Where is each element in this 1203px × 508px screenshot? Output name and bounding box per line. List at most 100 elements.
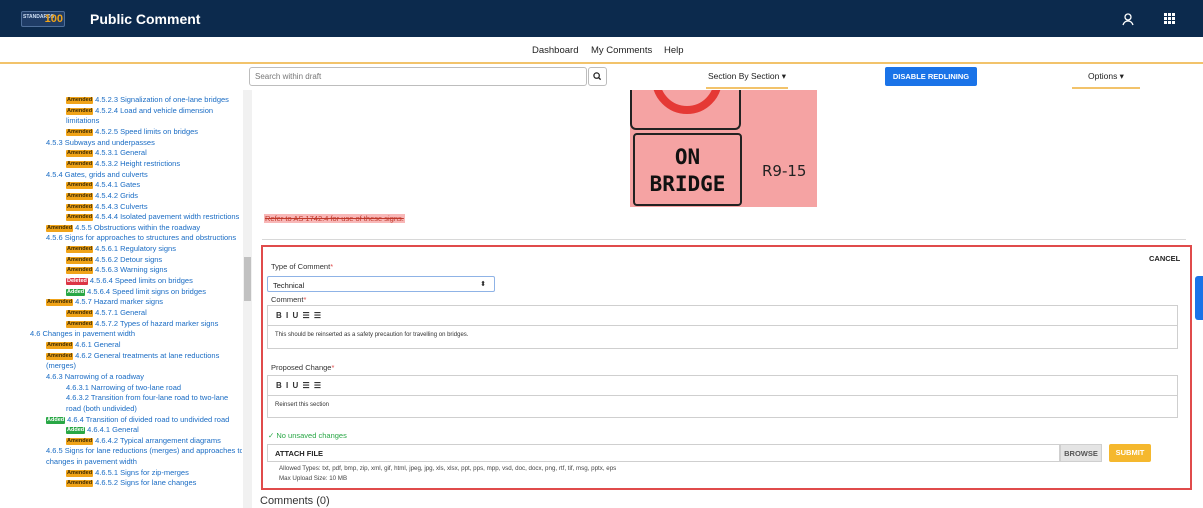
status-badge: Amended xyxy=(46,352,74,360)
top-header-bar: STANDARDS 100 Public Comment xyxy=(0,0,1203,37)
toc-item-label: 4.6.3.1 Narrowing of two-lane road xyxy=(66,382,182,392)
user-icon[interactable] xyxy=(1120,11,1136,27)
toc-item[interactable]: 4.6.3.2 Transition from four-lane road t… xyxy=(66,393,228,402)
disable-redlining-button[interactable]: DISABLE REDLINING xyxy=(885,67,977,86)
toc-item[interactable]: Added 4.6.4 Transition of divided road to… xyxy=(46,415,229,424)
standards-100-logo[interactable]: STANDARDS 100 xyxy=(21,11,65,27)
sign-line-2: BRIDGE xyxy=(649,172,726,196)
toc-item[interactable]: 4.6.5 Signs for lane reductions (merges)… xyxy=(46,446,242,455)
status-badge: Amended xyxy=(66,267,94,275)
app-title: Public Comment xyxy=(90,11,201,27)
status-badge: Amended xyxy=(66,214,94,222)
apps-grid-icon[interactable] xyxy=(1164,13,1176,25)
divider xyxy=(262,239,1186,240)
status-badge: Amended xyxy=(66,469,94,477)
status-badge: Amended xyxy=(46,224,74,232)
toc-item-label: 4.6.4 Transition of divided road to undi… xyxy=(67,414,230,424)
draft-toolbar: Search within draft Section By Section ▾… xyxy=(0,64,1203,90)
status-badge: Amended xyxy=(66,480,94,488)
status-badge: Amended xyxy=(66,107,94,115)
sign-image-top xyxy=(630,90,741,130)
toc-item[interactable]: Added 4.5.6.4 Speed limit signs on bridge… xyxy=(66,287,206,296)
toc-item[interactable]: Amended 4.6.2 General treatments at lane … xyxy=(46,351,219,360)
toc-item[interactable]: Amended 4.5.5 Obstructions within the roa… xyxy=(46,223,200,232)
comment-label: Comment* xyxy=(271,295,307,304)
toc-item[interactable]: Amended 4.5.6.1 Regulatory signs xyxy=(66,244,176,254)
proposed-change-label: Proposed Change* xyxy=(271,363,335,372)
toc-item[interactable]: Amended 4.5.6.2 Detour signs xyxy=(66,255,162,264)
toc-item[interactable]: Amended 4.5.4.3 Culverts xyxy=(66,202,148,211)
toc-item-label: 4.6.2 General treatments at lane reducti… xyxy=(75,350,220,360)
toc-item[interactable]: Amended 4.5.3.2 Height restrictions xyxy=(66,159,180,168)
deleted-text: Refer to AS 1742.4 for use of these sign… xyxy=(264,214,405,223)
toc-item[interactable]: Amended 4.5.2.4 Load and vehicle dimensio… xyxy=(66,106,213,115)
toc-item-label: 4.5.3.1 General xyxy=(95,148,147,158)
nav-dashboard[interactable]: Dashboard xyxy=(532,45,578,56)
section-by-section-dropdown[interactable]: Section By Section ▾ xyxy=(706,71,788,89)
search-input[interactable]: Search within draft xyxy=(249,67,587,86)
toc-item[interactable]: 4.5.3 Subways and underpasses xyxy=(46,138,155,147)
toc-item[interactable]: 4.5.6 Signs for approaches to structures… xyxy=(46,233,236,242)
toc-item[interactable]: Deleted 4.5.6.4 Speed limits on bridges xyxy=(66,276,193,286)
toc-item[interactable]: Amended 4.5.4.4 Isolated pavement width r… xyxy=(66,212,240,222)
toc-item[interactable]: 4.6.3 Narrowing of a roadway xyxy=(46,372,144,381)
toc-item[interactable]: Amended 4.5.6.3 Warning signs xyxy=(66,265,167,275)
toc-item[interactable]: 4.6.3.1 Narrowing of two-lane road xyxy=(66,383,181,392)
nav-help[interactable]: Help xyxy=(664,45,684,56)
toc-item[interactable]: Amended 4.5.7.2 Types of hazard marker si… xyxy=(66,319,218,328)
browse-button[interactable]: BROWSE xyxy=(1060,444,1102,462)
toc-item-label: 4.5.4.3 Culverts xyxy=(95,201,148,211)
editor-toolbar[interactable]: B I U ☰ ☰ xyxy=(268,376,1177,396)
toc-item-label: 4.5.2.4 Load and vehicle dimension xyxy=(95,105,214,115)
status-badge: Amended xyxy=(46,299,74,307)
status-badge: Amended xyxy=(66,203,94,211)
toc-item[interactable]: Amended 4.5.4.1 Gates xyxy=(66,180,140,190)
proposed-change-editor[interactable]: B I U ☰ ☰ Reinsert this section xyxy=(267,375,1178,418)
toc-item-label: 4.6.5.2 Signs for lane changes xyxy=(95,478,197,488)
toc-item[interactable]: Amended 4.6.5.1 Signs for zip-merges xyxy=(66,468,189,477)
toc-item[interactable]: Amended 4.5.3.1 General xyxy=(66,148,147,158)
save-status: ✓ No unsaved changes xyxy=(268,431,347,440)
editor-toolbar[interactable]: B I U ☰ ☰ xyxy=(268,306,1177,326)
toc-item[interactable]: changes in pavement width xyxy=(46,457,137,466)
toc-item[interactable]: road (both undivided) xyxy=(66,404,137,413)
sidebar-scroll-thumb[interactable] xyxy=(244,257,251,301)
toc-item[interactable]: Amended 4.5.7 Hazard marker signs xyxy=(46,297,164,307)
attach-file-field[interactable]: ATTACH FILE xyxy=(267,444,1060,462)
cancel-button[interactable]: CANCEL xyxy=(1149,254,1180,263)
toc-item[interactable]: Amended 4.6.4.2 Typical arrangement diagr… xyxy=(66,436,221,445)
toc-item-label: 4.5.4.4 Isolated pavement width restrict… xyxy=(95,212,240,222)
on-bridge-sign: ON BRIDGE xyxy=(633,133,742,206)
status-badge: Amended xyxy=(66,128,94,136)
nav-my-comments[interactable]: My Comments xyxy=(591,45,652,56)
toc-item-label: 4.5.6.4 Speed limit signs on bridges xyxy=(87,286,206,296)
toc-item[interactable]: Amended 4.5.2.3 Signalization of one-lane… xyxy=(66,95,229,104)
sign-line-1: ON xyxy=(674,145,701,169)
search-icon[interactable] xyxy=(588,67,607,86)
toc-item[interactable]: Amended 4.5.2.5 Speed limits on bridges xyxy=(66,127,198,136)
toc-item-label: 4.5.4.2 Grids xyxy=(95,190,139,200)
toc-item[interactable]: Added 4.6.4.1 General xyxy=(66,425,139,435)
toc-item-label: 4.5.5 Obstructions within the roadway xyxy=(75,222,201,232)
toc-item[interactable]: 4.5.4 Gates, grids and culverts xyxy=(46,170,148,179)
toc-item[interactable]: (merges) xyxy=(46,361,76,370)
toc-item-label: 4.5.7 Hazard marker signs xyxy=(75,297,164,307)
comment-text[interactable]: This should be reinserted as a safety pr… xyxy=(268,326,1177,344)
toc-item[interactable]: limitations xyxy=(66,116,99,125)
status-badge: Amended xyxy=(66,437,94,445)
feedback-side-tab[interactable] xyxy=(1195,276,1203,320)
toc-item[interactable]: Amended 4.6.5.2 Signs for lane changes xyxy=(66,478,197,488)
options-dropdown[interactable]: Options ▾ xyxy=(1072,71,1140,89)
toc-item[interactable]: Amended 4.5.7.1 General xyxy=(66,308,147,317)
toc-item[interactable]: Amended 4.5.4.2 Grids xyxy=(66,191,138,200)
toc-item-label: 4.6.5.1 Signs for zip-merges xyxy=(95,467,189,477)
toc-item-label: 4.6.1 General xyxy=(75,339,121,349)
comment-editor[interactable]: B I U ☰ ☰ This should be reinserted as a… xyxy=(267,305,1178,349)
toc-item[interactable]: 4.6 Changes in pavement width xyxy=(30,329,135,338)
submit-button[interactable]: SUBMIT xyxy=(1109,444,1151,462)
status-badge: Amended xyxy=(66,320,94,328)
proposed-change-text[interactable]: Reinsert this section xyxy=(268,396,1177,414)
type-of-comment-select[interactable]: Technical ⬍ xyxy=(267,276,495,292)
toc-item[interactable]: Amended 4.6.1 General xyxy=(46,340,121,349)
type-of-comment-label: Type of Comment* xyxy=(271,262,334,271)
